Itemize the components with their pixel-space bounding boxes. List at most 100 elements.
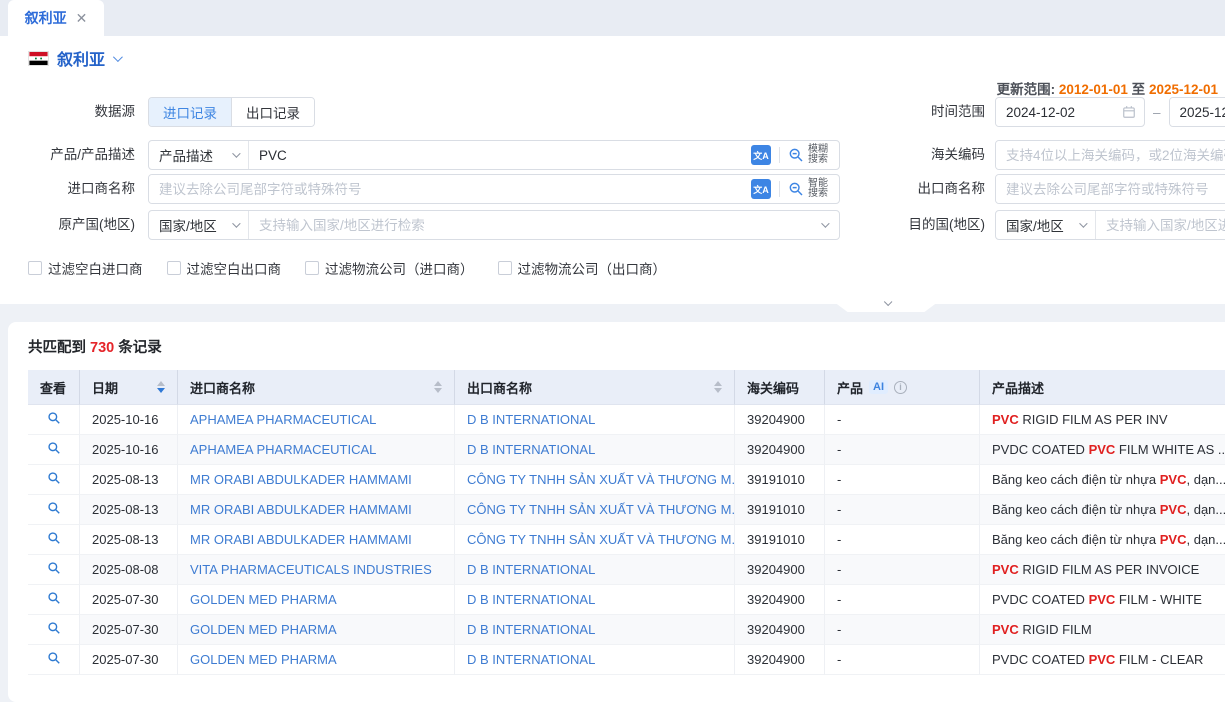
filter-checkbox[interactable]: 过滤物流公司（出口商）: [498, 258, 667, 278]
view-record-button[interactable]: [28, 585, 80, 615]
origin-country-select[interactable]: 国家/地区: [149, 211, 249, 239]
table-row: 2025-08-08VITA PHARMACEUTICALS INDUSTRIE…: [28, 555, 1225, 585]
view-record-button[interactable]: [28, 645, 80, 675]
column-label: 产品: [837, 378, 863, 397]
importer-link[interactable]: GOLDEN MED PHARMA: [190, 652, 337, 667]
sort-control[interactable]: [434, 381, 442, 393]
exporter-link[interactable]: D B INTERNATIONAL: [467, 652, 595, 667]
date-start-input[interactable]: [996, 98, 1122, 126]
view-record-button[interactable]: [28, 615, 80, 645]
date-cell: 2025-07-30: [80, 615, 178, 645]
product-description-cell: Băng keo cách điện từ nhựa PVC, dạn...: [980, 525, 1225, 555]
importer-cell: GOLDEN MED PHARMA: [178, 615, 455, 645]
view-record-button[interactable]: [28, 405, 80, 435]
view-search-icon: [47, 411, 61, 425]
date-start-field[interactable]: [995, 97, 1145, 127]
importer-link[interactable]: APHAMEA PHARMACEUTICAL: [190, 442, 376, 457]
table-row: 2025-07-30GOLDEN MED PHARMAD B INTERNATI…: [28, 645, 1225, 675]
fuzzy-search-button[interactable]: 模糊搜索: [780, 145, 839, 165]
filter-checkbox[interactable]: 过滤空白出口商: [167, 258, 282, 278]
filter-checkbox-label: 过滤空白出口商: [187, 258, 282, 278]
results-summary: 共匹配到730条记录: [28, 336, 1225, 357]
collapse-panel-button[interactable]: [826, 296, 946, 312]
exporter-link[interactable]: D B INTERNATIONAL: [467, 412, 595, 427]
checkbox-icon[interactable]: [167, 261, 181, 275]
hs-code-field[interactable]: [995, 140, 1225, 170]
product-description-cell: PVDC COATED PVC FILM WHITE AS ...: [980, 435, 1225, 465]
import-records-tab[interactable]: 进口记录: [149, 98, 231, 126]
page-title: 叙利亚: [57, 46, 105, 70]
destination-field: 国家/地区: [995, 210, 1225, 240]
view-record-button[interactable]: [28, 435, 80, 465]
date-end-field[interactable]: [1169, 97, 1225, 127]
product-input[interactable]: [249, 141, 747, 169]
filter-checkbox[interactable]: 过滤空白进口商: [28, 258, 143, 278]
calendar-icon[interactable]: [1122, 105, 1136, 119]
destination-select[interactable]: 国家/地区: [996, 211, 1096, 239]
importer-input[interactable]: [149, 175, 747, 203]
highlight-term: PVC: [1089, 442, 1116, 457]
sort-desc-icon[interactable]: [157, 388, 165, 393]
table-row: 2025-07-30 GOLDEN MED PHARMA D B INTERNATI…: [28, 615, 1225, 645]
exporter-link[interactable]: CÔNG TY TNHH SẢN XUẤT VÀ THƯƠNG M...: [467, 532, 735, 547]
checkbox-icon[interactable]: [498, 261, 512, 275]
highlight-term: PVC: [1160, 502, 1187, 517]
sort-control[interactable]: [714, 381, 722, 393]
exporter-link[interactable]: D B INTERNATIONAL: [467, 442, 595, 457]
update-range-text: 更新范围: 2012-01-01 至 2025-12-01: [997, 78, 1218, 98]
exporter-link[interactable]: CÔNG TY TNHH SẢN XUẤT VÀ THƯƠNG M...: [467, 472, 735, 487]
importer-link[interactable]: APHAMEA PHARMACEUTICAL: [190, 412, 376, 427]
product-type-select[interactable]: 产品描述: [149, 141, 249, 169]
importer-link[interactable]: VITA PHARMACEUTICALS INDUSTRIES: [190, 562, 432, 577]
column-header-importer[interactable]: 进口商名称: [178, 370, 455, 405]
view-record-button[interactable]: [28, 495, 80, 525]
export-records-tab[interactable]: 出口记录: [231, 98, 314, 126]
destination-input[interactable]: [1096, 211, 1225, 239]
sort-asc-icon[interactable]: [714, 381, 722, 386]
filter-checkbox[interactable]: 过滤物流公司（进口商）: [305, 258, 474, 278]
hs-code-cell: 39191010: [735, 465, 825, 495]
date-end-input[interactable]: [1170, 98, 1225, 126]
tab-bar: 叙利亚 ✕: [0, 0, 1225, 36]
importer-link[interactable]: GOLDEN MED PHARMA: [190, 592, 337, 607]
importer-cell: MR ORABI ABDULKADER HAMMAMI: [178, 495, 455, 525]
column-header-date[interactable]: 日期: [80, 370, 178, 405]
importer-link[interactable]: MR ORABI ABDULKADER HAMMAMI: [190, 502, 412, 517]
product-cell: -: [825, 615, 980, 645]
hs-code-input[interactable]: [996, 141, 1225, 169]
importer-link[interactable]: MR ORABI ABDULKADER HAMMAMI: [190, 472, 412, 487]
tab-syria[interactable]: 叙利亚 ✕: [8, 0, 104, 36]
tab-title: 叙利亚: [25, 8, 67, 28]
translate-icon[interactable]: 文A: [751, 179, 771, 199]
view-record-button[interactable]: [28, 555, 80, 585]
exporter-input[interactable]: [996, 175, 1225, 203]
filter-checkbox-label: 过滤物流公司（出口商）: [518, 258, 667, 278]
country-selector[interactable]: 叙利亚: [28, 46, 120, 70]
translate-icon[interactable]: 文A: [751, 145, 771, 165]
importer-link[interactable]: MR ORABI ABDULKADER HAMMAMI: [190, 532, 412, 547]
sort-desc-icon[interactable]: [714, 388, 722, 393]
exporter-field[interactable]: [995, 174, 1225, 204]
importer-link[interactable]: GOLDEN MED PHARMA: [190, 622, 337, 637]
checkbox-icon[interactable]: [28, 261, 42, 275]
exporter-cell: D B INTERNATIONAL: [455, 555, 735, 585]
origin-country-input[interactable]: [249, 211, 821, 239]
exporter-link[interactable]: D B INTERNATIONAL: [467, 562, 595, 577]
sort-asc-icon[interactable]: [157, 381, 165, 386]
smart-search-button[interactable]: 智能搜索: [780, 179, 839, 199]
sort-control[interactable]: [157, 381, 165, 393]
importer-cell: APHAMEA PHARMACEUTICAL: [178, 435, 455, 465]
importer-cell: APHAMEA PHARMACEUTICAL: [178, 405, 455, 435]
view-record-button[interactable]: [28, 525, 80, 555]
checkbox-icon[interactable]: [305, 261, 319, 275]
exporter-link[interactable]: D B INTERNATIONAL: [467, 592, 595, 607]
column-header-exporter[interactable]: 出口商名称: [455, 370, 735, 405]
view-record-button[interactable]: [28, 465, 80, 495]
exporter-link[interactable]: D B INTERNATIONAL: [467, 622, 595, 637]
info-icon[interactable]: i: [894, 381, 907, 394]
sort-desc-icon[interactable]: [434, 388, 442, 393]
exporter-link[interactable]: CÔNG TY TNHH SẢN XUẤT VÀ THƯƠNG M...: [467, 502, 735, 517]
sort-asc-icon[interactable]: [434, 381, 442, 386]
close-icon[interactable]: ✕: [76, 11, 88, 25]
exporter-cell: D B INTERNATIONAL: [455, 645, 735, 675]
